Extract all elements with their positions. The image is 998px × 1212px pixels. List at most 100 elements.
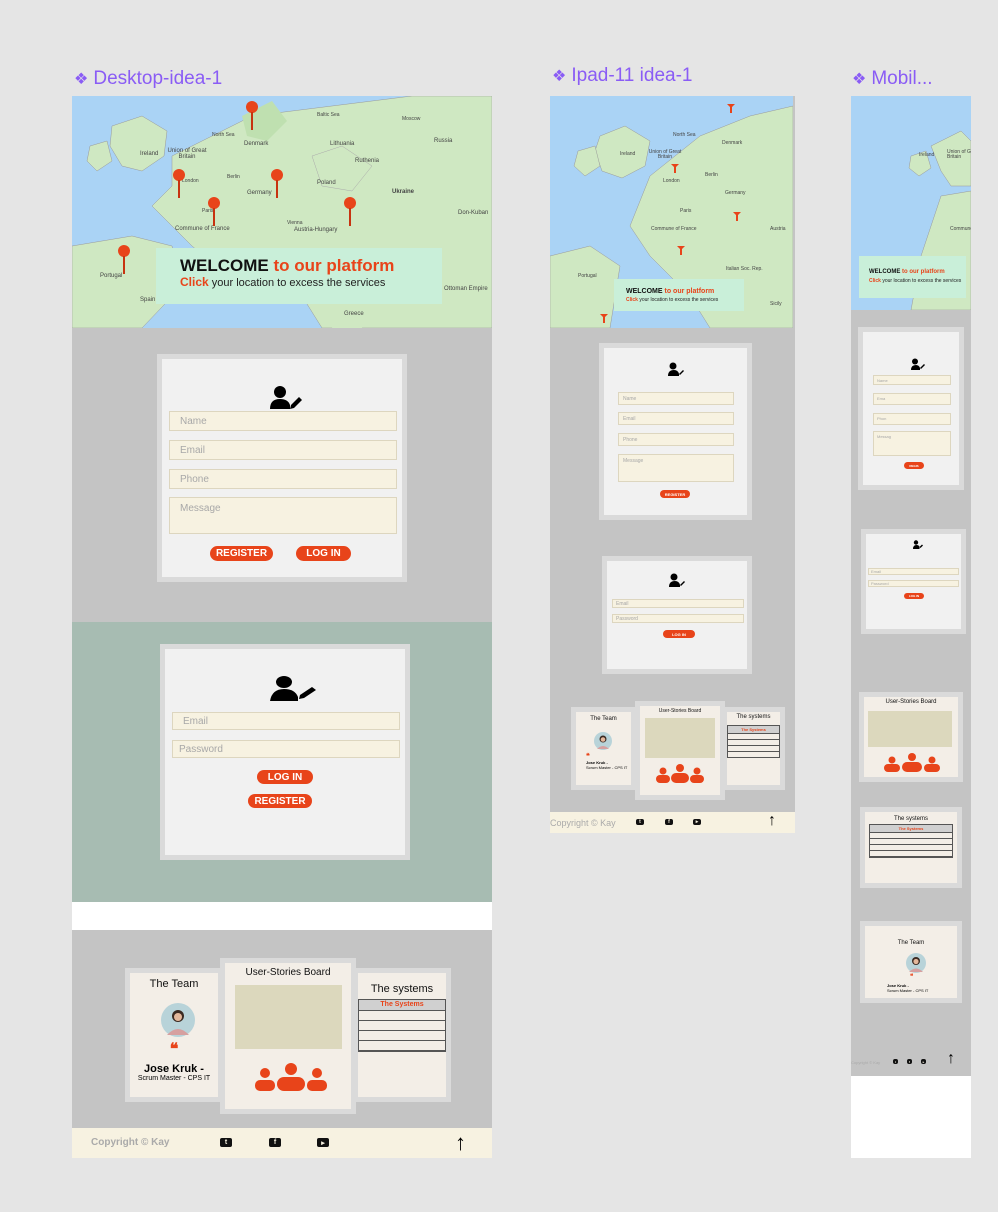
- map-label: Germany: [725, 190, 746, 196]
- message-field[interactable]: Message: [169, 497, 397, 534]
- register-button[interactable]: REGISTER: [248, 794, 312, 808]
- email-field[interactable]: Email: [612, 599, 744, 608]
- twitter-icon[interactable]: t: [220, 1138, 232, 1147]
- email-field[interactable]: Email: [169, 440, 397, 460]
- map-label: Russia: [434, 138, 453, 144]
- location-pin-icon[interactable]: [117, 244, 131, 276]
- location-pin-icon[interactable]: [671, 164, 679, 174]
- register-button[interactable]: REGIS: [904, 462, 924, 469]
- name-field[interactable]: Name: [618, 392, 734, 405]
- map-label: Vienna: [287, 220, 303, 226]
- team-title: The Team: [897, 940, 925, 946]
- map-area[interactable]: North Sea Baltic Sea Moscow Ireland Unio…: [72, 96, 492, 328]
- location-pin-icon[interactable]: [172, 168, 186, 200]
- location-pin-icon[interactable]: [245, 100, 259, 132]
- copyright-text: Copyright © Kay: [851, 1060, 881, 1065]
- back-to-top-icon[interactable]: ↑: [947, 1050, 955, 1068]
- table-row: [728, 746, 779, 752]
- twitter-icon[interactable]: t: [893, 1059, 898, 1064]
- youtube-icon[interactable]: ▸: [693, 819, 701, 825]
- desktop-frame: North Sea Baltic Sea Moscow Ireland Unio…: [72, 96, 492, 1158]
- youtube-icon[interactable]: ▸: [317, 1138, 329, 1147]
- location-pin-icon[interactable]: [727, 104, 735, 114]
- facebook-icon[interactable]: f: [907, 1059, 912, 1064]
- map-label: Commune of France: [651, 226, 697, 232]
- map-label: Union of Great Britain: [947, 149, 971, 160]
- map-label: Denmark: [244, 141, 269, 147]
- map-label: Union of Great Britain: [648, 149, 682, 160]
- board-title: User-Stories Board: [658, 708, 702, 714]
- location-pin-icon[interactable]: [677, 246, 685, 256]
- register-card: Name Email Phone Message REGISTER LOG IN: [157, 354, 407, 582]
- message-field[interactable]: Messag: [873, 431, 951, 456]
- password-field[interactable]: Password: [612, 614, 744, 623]
- map-label: Ireland: [919, 152, 935, 158]
- login-button[interactable]: LOG IN: [257, 770, 313, 784]
- back-to-top-icon[interactable]: ↑: [768, 812, 776, 830]
- mobile-frame-label[interactable]: ❖ Mobil...: [852, 68, 933, 90]
- systems-table: The Systems: [869, 824, 953, 858]
- login-card: Email Password LOG IN REGISTER: [160, 644, 410, 860]
- map-label: London: [663, 178, 680, 184]
- login-card: Email Password LOG IN: [861, 529, 966, 634]
- info-section: The Team ❝ Jose Kruk - Scrum Master - CP…: [72, 930, 492, 1128]
- member-name: Jose Kruk -: [144, 1063, 204, 1075]
- table-row: [359, 1041, 445, 1051]
- email-field[interactable]: Ema: [873, 393, 951, 405]
- password-field[interactable]: Password: [172, 740, 400, 758]
- phone-field[interactable]: Phone: [618, 433, 734, 446]
- map-label: Austria: [770, 226, 786, 232]
- login-button[interactable]: LOG IN: [296, 546, 351, 561]
- location-pin-icon[interactable]: [600, 314, 608, 324]
- phone-field[interactable]: Phone: [169, 469, 397, 489]
- mobile-frame-title: Mobil...: [871, 68, 933, 89]
- quote-icon: ❝: [586, 753, 590, 760]
- register-card: Name Email Phone Message REGISTER: [599, 343, 752, 520]
- email-field[interactable]: Email: [618, 412, 734, 425]
- youtube-icon[interactable]: ▸: [921, 1059, 926, 1064]
- location-pin-icon[interactable]: [343, 196, 357, 228]
- avatar: [594, 732, 612, 750]
- user-edit-icon: [270, 386, 302, 409]
- name-field[interactable]: Name: [169, 411, 397, 431]
- back-to-top-icon[interactable]: ↑: [455, 1130, 466, 1156]
- map-area[interactable]: Ireland Union of Great Britain Commune o…: [851, 96, 971, 310]
- ipad-frame-label[interactable]: ❖ Ipad-11 idea-1: [552, 65, 692, 87]
- facebook-icon[interactable]: f: [665, 819, 673, 825]
- register-button[interactable]: REGISTER: [660, 490, 690, 498]
- name-field[interactable]: Name: [873, 375, 951, 385]
- user-edit-icon: [669, 573, 685, 587]
- systems-table: The Systems: [358, 999, 446, 1052]
- map-label: Moscow: [402, 116, 421, 122]
- facebook-icon[interactable]: f: [269, 1138, 281, 1147]
- desktop-frame-title: Desktop-idea-1: [93, 68, 223, 89]
- password-field[interactable]: Password: [868, 580, 959, 587]
- map-label: Austria-Hungary: [294, 227, 338, 233]
- desktop-frame-label[interactable]: ❖ Desktop-idea-1: [74, 68, 222, 90]
- board-placeholder: [868, 711, 952, 747]
- register-button[interactable]: REGISTER: [210, 546, 273, 561]
- login-button[interactable]: LOG IN: [904, 593, 924, 599]
- location-pin-icon[interactable]: [270, 168, 284, 200]
- location-pin-icon[interactable]: [207, 196, 221, 228]
- board-title: User-Stories Board: [885, 699, 937, 705]
- map-label: Denmark: [722, 140, 743, 146]
- login-button[interactable]: LOG IN: [663, 630, 695, 638]
- email-field[interactable]: Email: [172, 712, 400, 730]
- group-users-icon: [255, 1063, 327, 1091]
- systems-table-header: The Systems: [359, 1000, 445, 1011]
- phone-field[interactable]: Phon: [873, 413, 951, 425]
- register-section: Name Email Phone Message REGISTER LOG IN: [72, 328, 492, 622]
- email-field[interactable]: Email: [868, 568, 959, 575]
- welcome-title: WELCOME to our platform: [626, 288, 715, 295]
- twitter-icon[interactable]: t: [636, 819, 644, 825]
- map-area[interactable]: North Sea Ireland Union of Great Britain…: [550, 96, 793, 328]
- map-label: Berlin: [227, 174, 240, 180]
- message-field[interactable]: Message: [618, 454, 734, 482]
- team-card: The Team ❝ Jose Kruk - Scrum Master - CP…: [571, 707, 636, 790]
- location-pin-icon[interactable]: [733, 212, 741, 222]
- component-icon: ❖: [852, 71, 867, 88]
- systems-title: The systems: [370, 983, 434, 995]
- table-row: [359, 1021, 445, 1031]
- map-label: Berlin: [705, 172, 718, 178]
